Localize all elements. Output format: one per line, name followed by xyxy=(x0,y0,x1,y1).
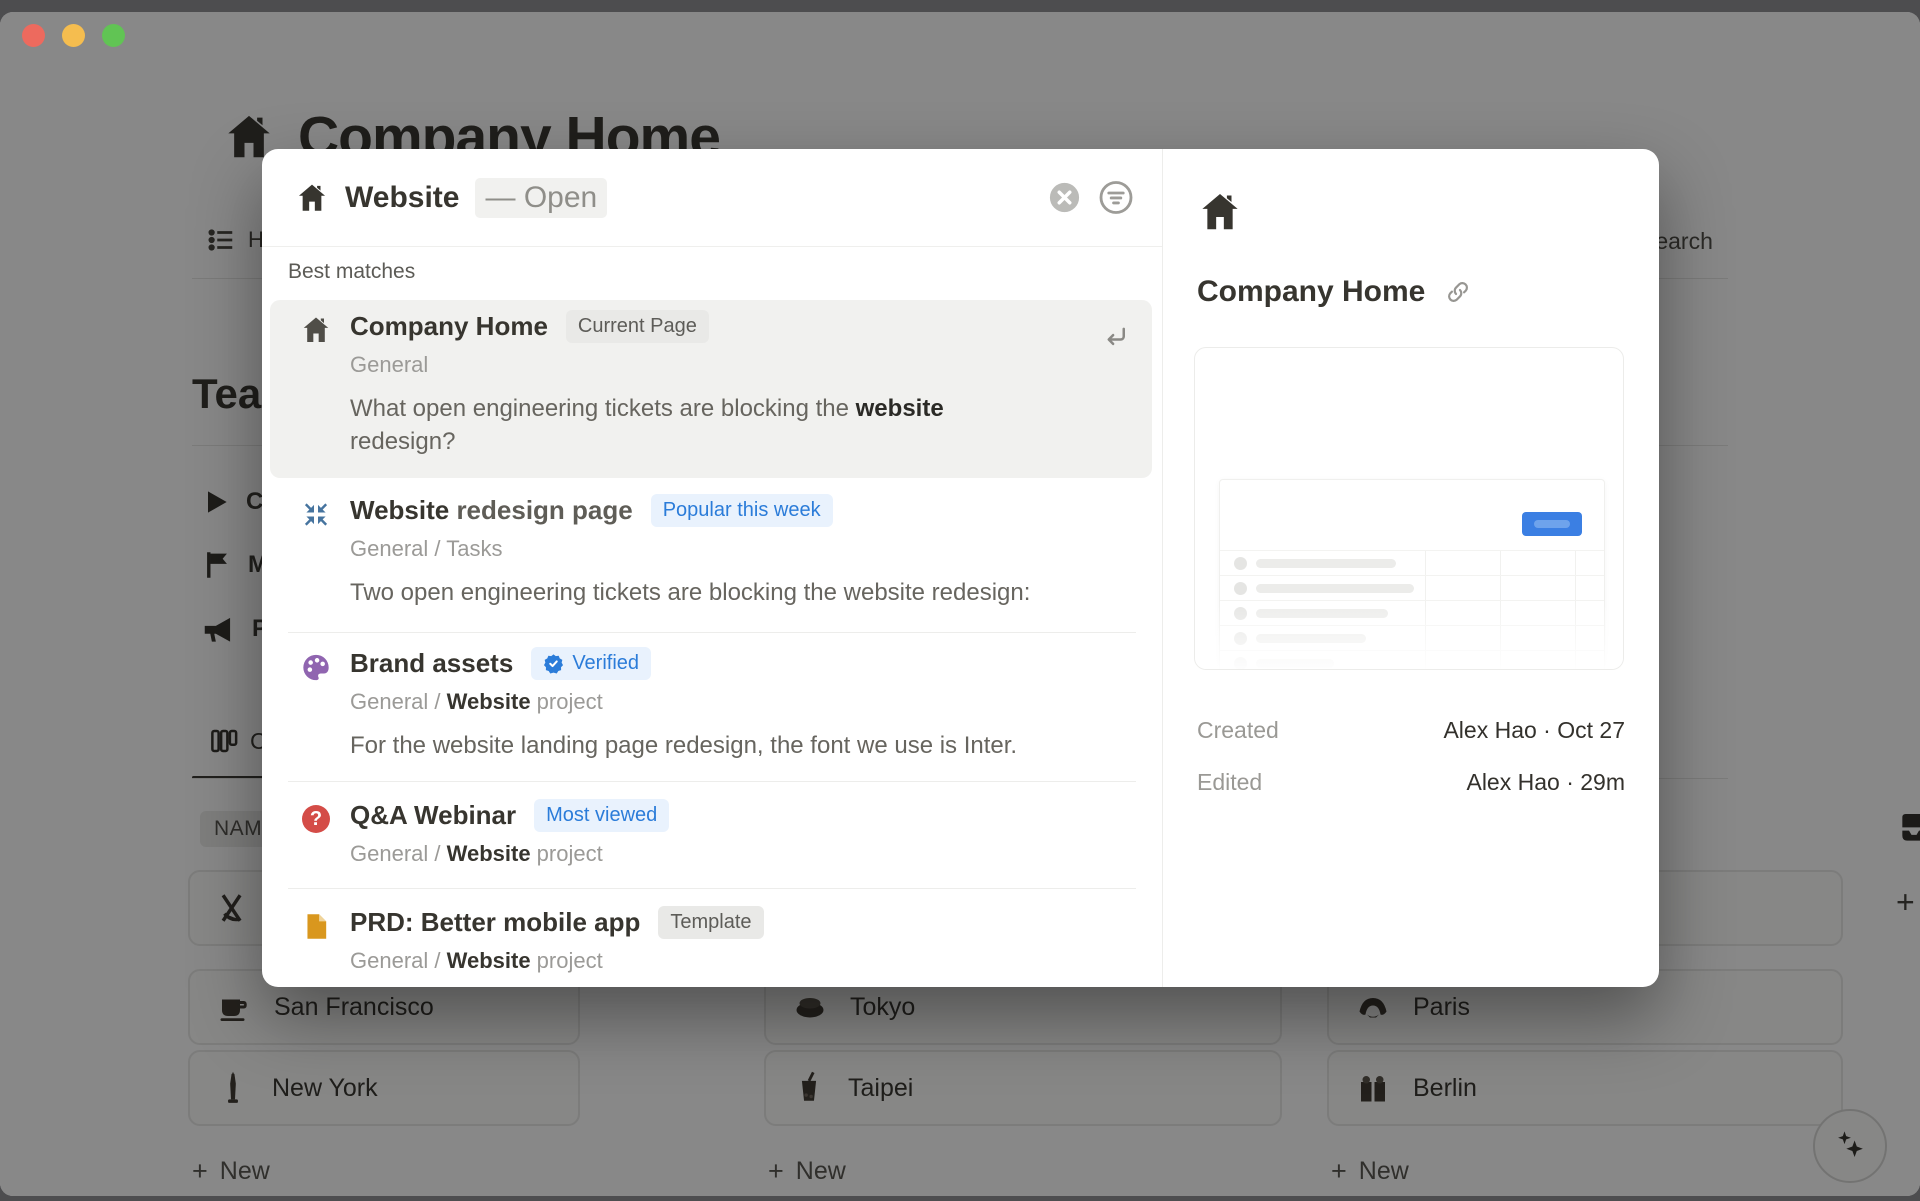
created-label: Created xyxy=(1197,717,1279,743)
home-icon xyxy=(300,314,332,346)
thumbnail-blue-button xyxy=(1522,512,1582,536)
most-viewed-badge: Most viewed xyxy=(534,799,670,832)
result-snippet: For the website landing page redesign, t… xyxy=(350,732,1018,759)
minimize-window-button[interactable] xyxy=(62,24,85,47)
edited-row: Edited Alex Hao · 29m xyxy=(1197,769,1625,796)
window-controls xyxy=(22,24,125,47)
divider xyxy=(288,632,1136,633)
result-breadcrumb: General / Tasks xyxy=(350,536,503,561)
divider xyxy=(288,781,1136,782)
result-title: Website redesign page xyxy=(350,495,633,525)
created-value: Alex Hao · Oct 27 xyxy=(1443,717,1625,743)
collapse-arrows-icon xyxy=(300,498,332,530)
search-result-qa-webinar[interactable]: ? Q&A Webinar Most viewed General / Webs… xyxy=(262,789,1162,888)
link-icon[interactable] xyxy=(1445,279,1471,305)
search-input[interactable]: Website xyxy=(345,181,459,215)
result-breadcrumb: General / Website project xyxy=(350,841,603,866)
result-title: Q&A Webinar xyxy=(350,800,517,830)
search-results-panel: Website — Open Best matches Company Home… xyxy=(262,149,1162,987)
filter-button[interactable] xyxy=(1098,180,1134,216)
result-breadcrumb: General / Website project xyxy=(350,948,603,973)
search-result-company-home[interactable]: Company Home Current Page General What o… xyxy=(270,300,1152,478)
search-bar: Website — Open xyxy=(262,149,1162,247)
preview-page-title: Company Home xyxy=(1197,275,1426,308)
result-title: Brand assets xyxy=(350,648,514,678)
document-icon xyxy=(300,910,332,942)
divider xyxy=(288,888,1136,889)
search-modal: Website — Open Best matches Company Home… xyxy=(262,149,1659,987)
clear-search-button[interactable] xyxy=(1046,180,1082,216)
close-window-button[interactable] xyxy=(22,24,45,47)
search-result-brand-assets[interactable]: Brand assets Verified General / Website … xyxy=(262,637,1162,781)
search-result-website-redesign[interactable]: Website redesign page Popular this week … xyxy=(262,484,1162,632)
result-breadcrumb: General xyxy=(350,352,429,377)
zoom-window-button[interactable] xyxy=(102,24,125,47)
edited-value: Alex Hao · 29m xyxy=(1466,769,1625,795)
palette-icon xyxy=(300,651,332,683)
home-icon xyxy=(295,181,329,215)
result-title: PRD: Better mobile app xyxy=(350,907,641,937)
page-preview-panel: Company Home Created Alex Hao · Oct 27 E… xyxy=(1162,149,1659,987)
template-badge: Template xyxy=(658,906,764,939)
verified-badge: Verified xyxy=(531,647,652,680)
created-row: Created Alex Hao · Oct 27 xyxy=(1197,717,1625,744)
enter-key-icon xyxy=(1100,322,1130,352)
result-breadcrumb: General / Website project xyxy=(350,689,603,714)
search-hint-open: — Open xyxy=(475,177,608,218)
page-thumbnail[interactable] xyxy=(1194,347,1624,670)
section-label: Best matches xyxy=(288,260,416,283)
result-title: Company Home xyxy=(350,311,548,341)
question-icon: ? xyxy=(300,803,332,835)
result-snippet: What open engineering tickets are blocki… xyxy=(350,395,944,455)
popular-badge: Popular this week xyxy=(650,494,833,527)
search-result-prd[interactable]: PRD: Better mobile app Template General … xyxy=(262,896,1162,987)
edited-label: Edited xyxy=(1197,769,1263,795)
result-snippet: Two open engineering tickets are blockin… xyxy=(350,579,1031,606)
home-icon xyxy=(1197,189,1243,235)
current-page-badge: Current Page xyxy=(565,310,709,343)
